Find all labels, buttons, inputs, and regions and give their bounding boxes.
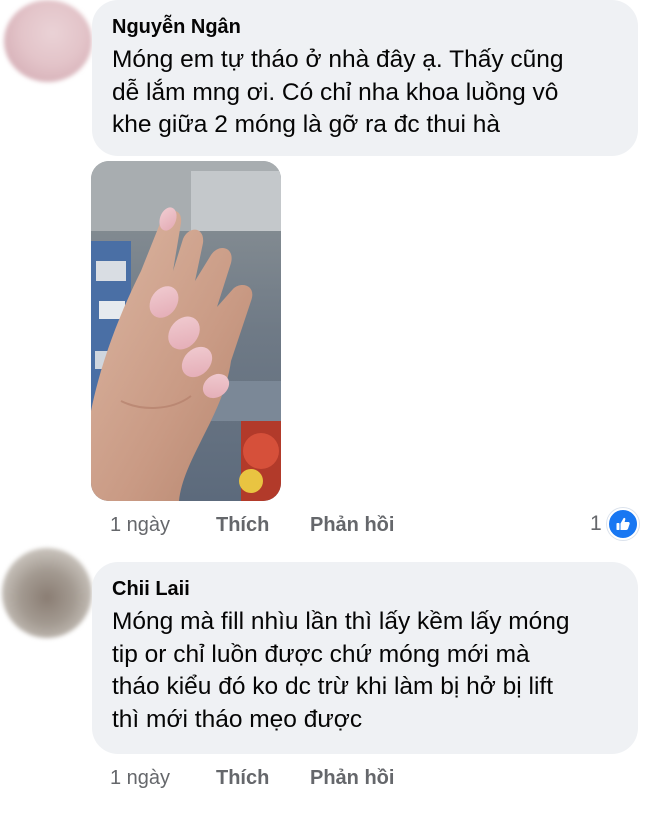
comment-actions: 1 ngày Thích Phản hồi [110, 767, 430, 790]
comment-text-line: tháo kiểu đó ko dc trừ khi làm bị hở bị … [112, 673, 553, 700]
like-icon [606, 508, 639, 540]
comment-author[interactable]: Nguyễn Ngân [112, 14, 618, 40]
avatar[interactable] [4, 0, 92, 82]
comment-text-line: khe giữa 2 móng là gỡ ra đc thui hà [112, 111, 500, 138]
reply-link[interactable]: Phản hồi [310, 514, 430, 537]
comment-timestamp[interactable]: 1 ngày [110, 767, 216, 790]
comment-text: Móng mà fill nhìu lần thì lấy kềm lấy mó… [112, 606, 618, 736]
comment-text-line: Móng mà fill nhìu lần thì lấy kềm lấy mó… [112, 608, 570, 635]
reply-link[interactable]: Phản hồi [310, 767, 430, 790]
comment-text-line: thì mới tháo mẹo được [112, 705, 363, 733]
comment-bubble: Chii Laii Móng mà fill nhìu lần thì lấy … [92, 562, 638, 754]
comment-text: Móng em tự tháo ở nhà đây ạ. Thấy cũng d… [112, 44, 618, 142]
photo-hand-nails [91, 161, 281, 501]
like-link[interactable]: Thích [216, 514, 310, 537]
comment-photo[interactable] [91, 161, 281, 501]
comment-text-line: tip or chỉ luồn được chứ móng mới mà [112, 640, 530, 668]
reaction-summary[interactable]: 1 [590, 508, 639, 540]
avatar[interactable] [2, 548, 92, 638]
comment-bubble: Nguyễn Ngân Móng em tự tháo ở nhà đây ạ.… [92, 0, 638, 156]
comment-text-line: Móng em tự tháo ở nhà đây ạ. Thấy cũng [112, 46, 564, 73]
comment-text-line: dễ lắm mng ơi. Có chỉ nha khoa luồng vô [112, 78, 559, 106]
comment-actions: 1 ngày Thích Phản hồi [110, 514, 430, 537]
like-link[interactable]: Thích [216, 767, 310, 790]
comment-author[interactable]: Chii Laii [112, 576, 618, 602]
comment-timestamp[interactable]: 1 ngày [110, 514, 216, 537]
reaction-count: 1 [590, 512, 602, 535]
